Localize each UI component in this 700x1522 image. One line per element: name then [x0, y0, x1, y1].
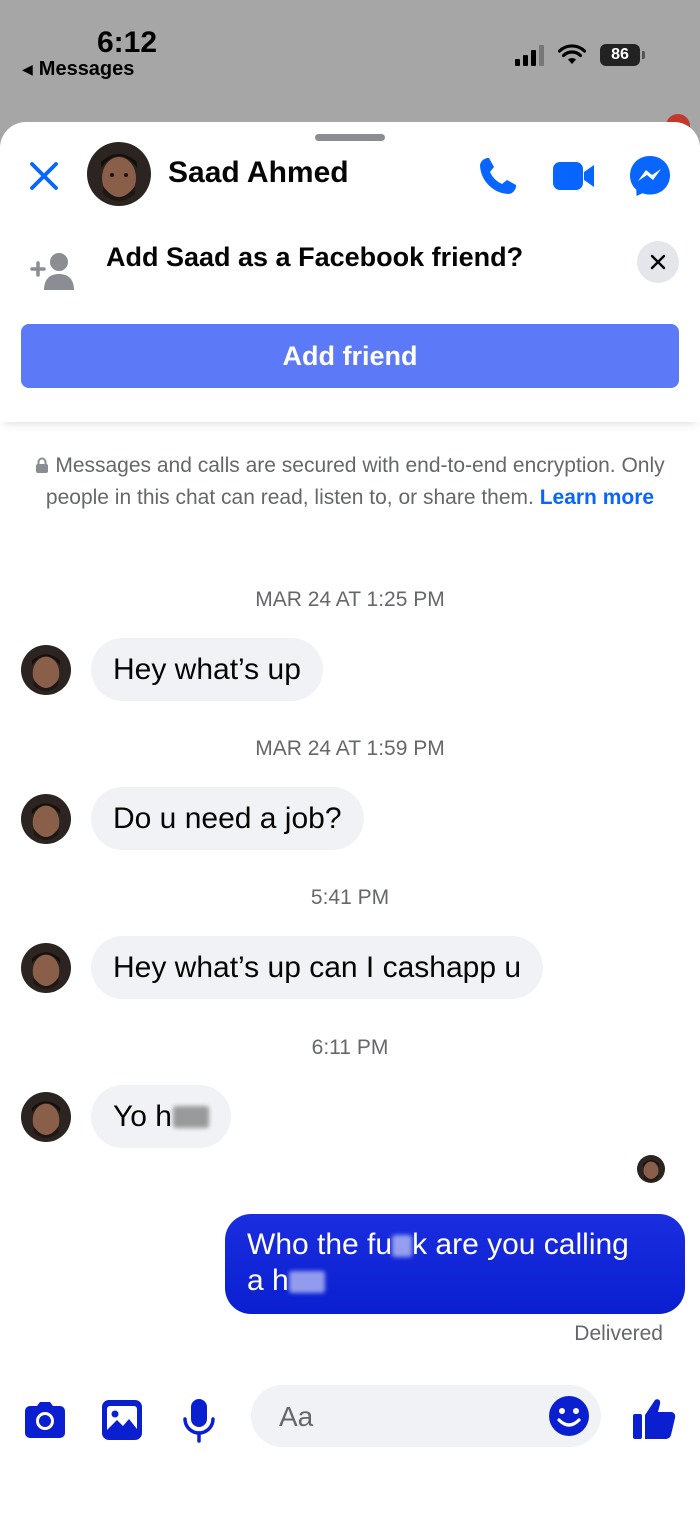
incoming-message-bubble[interactable]: Yo h — [91, 1085, 231, 1148]
censored-text — [172, 1105, 209, 1128]
message-timestamp: MAR 24 AT 1:25 PM — [255, 588, 445, 611]
camera-icon[interactable] — [22, 1397, 68, 1443]
phone-icon[interactable] — [474, 152, 522, 200]
sender-avatar[interactable] — [21, 943, 71, 993]
chat-header: Saad Ahmed — [0, 142, 700, 212]
sheet-grabber[interactable] — [315, 134, 385, 141]
message-text: Who the fu — [247, 1228, 393, 1261]
status-time: 6:12 — [97, 26, 158, 59]
lock-icon — [36, 457, 49, 473]
incoming-message-row: Do u need a job? — [0, 787, 700, 851]
add-friend-question: Add Saad as a Facebook friend? — [106, 242, 524, 272]
status-bar: 6:12 ◀ Messages 86 — [0, 0, 700, 138]
add-person-icon — [30, 253, 74, 290]
message-timestamp: 6:11 PM — [311, 1036, 389, 1059]
sender-avatar[interactable] — [21, 1092, 71, 1142]
message-text: Yo h — [113, 1099, 172, 1133]
message-timestamp: 5:41 PM — [310, 886, 390, 909]
back-arrow-icon: ◀ — [22, 61, 33, 77]
censored-text — [392, 1235, 413, 1258]
message-text: k are you calling — [412, 1228, 629, 1261]
encryption-notice: Messages and calls are secured with end-… — [30, 450, 670, 514]
contact-name[interactable]: Saad Ahmed — [168, 156, 349, 190]
delivery-status: Delivered — [574, 1322, 663, 1345]
wifi-icon — [558, 44, 586, 64]
microphone-icon[interactable] — [176, 1397, 222, 1443]
sender-avatar[interactable] — [21, 794, 71, 844]
outgoing-message-bubble[interactable]: Who the fu k are you calling a h — [225, 1214, 685, 1314]
chat-sheet: Saad Ahmed Add Saad as a Facebook friend… — [0, 122, 700, 1522]
sender-avatar[interactable] — [21, 645, 71, 695]
message-input[interactable]: Aa — [251, 1385, 601, 1447]
read-receipt-avatar — [637, 1155, 665, 1183]
incoming-message-row: Hey what’s up can I cashapp u — [0, 936, 700, 1000]
contact-avatar[interactable] — [87, 142, 151, 206]
video-camera-icon[interactable] — [550, 152, 598, 200]
back-to-messages-link[interactable]: ◀ Messages — [22, 58, 134, 81]
incoming-message-row: Yo h — [0, 1085, 700, 1149]
learn-more-link[interactable]: Learn more — [540, 486, 654, 509]
add-friend-banner: Add Saad as a Facebook friend? Add frien… — [0, 222, 700, 422]
close-icon[interactable] — [24, 156, 64, 196]
message-text: a h — [247, 1264, 289, 1297]
message-composer: Aa — [0, 1377, 700, 1457]
censored-text — [288, 1271, 325, 1294]
emoji-icon[interactable] — [548, 1395, 590, 1437]
message-timestamp: MAR 24 AT 1:59 PM — [255, 737, 445, 760]
dismiss-banner-button[interactable] — [637, 241, 679, 283]
back-app-label: Messages — [38, 58, 135, 80]
gallery-icon[interactable] — [99, 1397, 145, 1443]
close-icon — [650, 254, 666, 270]
battery-icon: 86 — [600, 44, 645, 66]
add-friend-button[interactable]: Add friend — [21, 324, 679, 388]
message-input-placeholder: Aa — [279, 1401, 314, 1432]
incoming-message-bubble[interactable]: Hey what’s up can I cashapp u — [91, 936, 544, 999]
incoming-message-bubble[interactable]: Do u need a job? — [91, 787, 364, 850]
incoming-message-bubble[interactable]: Hey what’s up — [91, 638, 323, 701]
cellular-signal-icon — [515, 44, 544, 66]
thumbs-up-icon[interactable] — [630, 1395, 678, 1443]
incoming-message-row: Hey what’s up — [0, 638, 700, 702]
messenger-icon[interactable] — [626, 152, 674, 200]
status-indicators: 86 — [515, 44, 645, 66]
